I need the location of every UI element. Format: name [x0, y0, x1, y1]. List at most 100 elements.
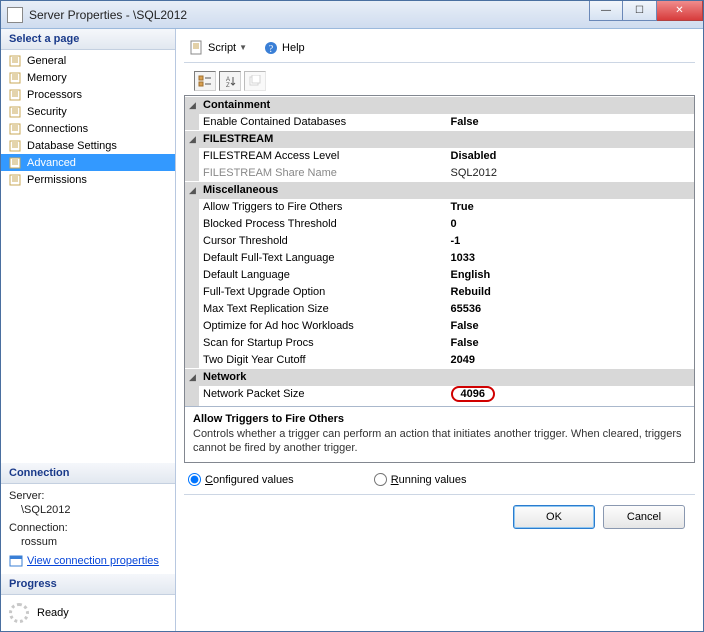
sidebar-item-label: Permissions — [27, 174, 87, 186]
svg-text:?: ? — [269, 44, 274, 55]
prop-value[interactable]: -1 — [447, 233, 695, 250]
prop-row[interactable]: Network Packet Size4096 — [185, 386, 694, 403]
prop-value[interactable]: 0 — [447, 216, 695, 233]
sidebar-item-processors[interactable]: Processors — [1, 86, 175, 103]
connection-value: rossum — [9, 536, 167, 548]
collapse-icon[interactable]: ◢ — [185, 182, 199, 199]
page-icon — [9, 140, 23, 152]
prop-value[interactable]: Disabled — [447, 148, 695, 165]
collapse-icon[interactable]: ◢ — [185, 131, 199, 148]
page-icon — [9, 174, 23, 186]
page-icon — [9, 123, 23, 135]
sidebar-item-label: Memory — [27, 72, 67, 84]
sidebar-item-permissions[interactable]: Permissions — [1, 171, 175, 188]
sidebar-item-advanced[interactable]: Advanced — [1, 154, 175, 171]
category-containment[interactable]: ◢Containment — [185, 97, 694, 114]
page-icon — [9, 106, 23, 118]
progress-header: Progress — [1, 574, 175, 595]
prop-value[interactable]: Rebuild — [447, 284, 695, 301]
prop-value[interactable]: False — [447, 318, 695, 335]
cancel-button[interactable]: Cancel — [603, 505, 685, 529]
categorized-button[interactable] — [194, 71, 216, 91]
prop-row[interactable]: FILESTREAM Access LevelDisabled — [185, 148, 694, 165]
prop-row[interactable]: Two Digit Year Cutoff2049 — [185, 352, 694, 369]
properties-icon — [9, 554, 23, 568]
view-connection-properties-link[interactable]: View connection properties — [9, 554, 167, 568]
prop-name: Network Packet Size — [199, 386, 447, 403]
prop-value[interactable]: SQL2012 — [447, 165, 695, 182]
prop-row[interactable]: Blocked Process Threshold0 — [185, 216, 694, 233]
sidebar: Select a page GeneralMemoryProcessorsSec… — [1, 29, 176, 631]
prop-name: Full-Text Upgrade Option — [199, 284, 447, 301]
prop-name: Optimize for Ad hoc Workloads — [199, 318, 447, 335]
prop-row[interactable]: Max Text Replication Size65536 — [185, 301, 694, 318]
prop-value[interactable]: 65536 — [447, 301, 695, 318]
property-grid-scroll[interactable]: ◢ContainmentEnable Contained DatabasesFa… — [185, 96, 694, 406]
running-values-input[interactable] — [374, 473, 387, 486]
page-icon — [9, 55, 23, 67]
sidebar-item-database-settings[interactable]: Database Settings — [1, 137, 175, 154]
prop-row[interactable]: Default Full-Text Language1033 — [185, 250, 694, 267]
sidebar-item-memory[interactable]: Memory — [1, 69, 175, 86]
collapse-icon[interactable]: ◢ — [185, 97, 199, 114]
page-nav-list: General Memory Processors Security Connectio… — [1, 50, 175, 190]
window-title: Server Properties - \SQL2012 — [29, 8, 589, 22]
page-icon — [9, 157, 23, 169]
prop-name: Enable Contained Databases — [199, 114, 447, 131]
server-label: Server: — [9, 490, 167, 502]
prop-row[interactable]: Allow Triggers to Fire OthersTrue — [185, 199, 694, 216]
prop-row[interactable]: Enable Contained DatabasesFalse — [185, 114, 694, 131]
sidebar-item-label: Security — [27, 106, 67, 118]
maximize-button[interactable]: ☐ — [623, 1, 657, 21]
script-button[interactable]: Script ▼ — [184, 37, 252, 59]
prop-value[interactable]: 4096 — [447, 386, 695, 403]
sidebar-item-general[interactable]: General — [1, 52, 175, 69]
prop-name: Max Text Replication Size — [199, 301, 447, 318]
desc-title: Allow Triggers to Fire Others — [193, 413, 686, 425]
view-connection-properties-label: View connection properties — [27, 555, 159, 567]
window-root: Server Properties - \SQL2012 — ☐ ✕ Selec… — [0, 0, 704, 632]
category-filestream[interactable]: ◢FILESTREAM — [185, 131, 694, 148]
sidebar-item-label: Database Settings — [27, 140, 117, 152]
sidebar-item-connections[interactable]: Connections — [1, 120, 175, 137]
ok-button[interactable]: OK — [513, 505, 595, 529]
category-network[interactable]: ◢Network — [185, 369, 694, 386]
collapse-icon[interactable]: ◢ — [185, 369, 199, 386]
prop-name: Allow Triggers to Fire Others — [199, 199, 447, 216]
client-area: Select a page GeneralMemoryProcessorsSec… — [1, 29, 703, 631]
prop-name: Default Language — [199, 267, 447, 284]
prop-value[interactable]: 2049 — [447, 352, 695, 369]
prop-name: FILESTREAM Access Level — [199, 148, 447, 165]
minimize-button[interactable]: — — [589, 1, 623, 21]
prop-value[interactable]: True — [447, 199, 695, 216]
sidebar-item-label: Processors — [27, 89, 82, 101]
prop-row[interactable]: Default LanguageEnglish — [185, 267, 694, 284]
configured-values-radio[interactable]: Configured values — [188, 473, 294, 486]
category-miscellaneous[interactable]: ◢Miscellaneous — [185, 182, 694, 199]
sidebar-item-label: General — [27, 55, 66, 67]
prop-value[interactable]: False — [447, 114, 695, 131]
prop-name: Cursor Threshold — [199, 233, 447, 250]
prop-value[interactable]: False — [447, 335, 695, 352]
titlebar[interactable]: Server Properties - \SQL2012 — ☐ ✕ — [1, 1, 703, 29]
prop-row[interactable]: Cursor Threshold-1 — [185, 233, 694, 250]
close-button[interactable]: ✕ — [657, 1, 703, 21]
propgrid-pages-button[interactable] — [244, 71, 266, 91]
prop-value[interactable]: 1033 — [447, 250, 695, 267]
sidebar-item-security[interactable]: Security — [1, 103, 175, 120]
connection-header: Connection — [1, 463, 175, 484]
prop-row[interactable]: Full-Text Upgrade OptionRebuild — [185, 284, 694, 301]
configured-values-input[interactable] — [188, 473, 201, 486]
prop-row[interactable]: FILESTREAM Share NameSQL2012 — [185, 165, 694, 182]
alphabetical-button[interactable]: AZ — [219, 71, 241, 91]
prop-value[interactable]: English — [447, 267, 695, 284]
propgrid-toolbar: AZ — [184, 71, 695, 91]
connection-label: Connection: — [9, 522, 167, 534]
help-button[interactable]: ? Help — [258, 37, 310, 59]
prop-name: Blocked Process Threshold — [199, 216, 447, 233]
sidebar-item-label: Advanced — [27, 157, 76, 169]
app-icon — [7, 7, 23, 23]
prop-row[interactable]: Optimize for Ad hoc WorkloadsFalse — [185, 318, 694, 335]
prop-row[interactable]: Scan for Startup ProcsFalse — [185, 335, 694, 352]
running-values-radio[interactable]: Running values — [374, 473, 467, 486]
